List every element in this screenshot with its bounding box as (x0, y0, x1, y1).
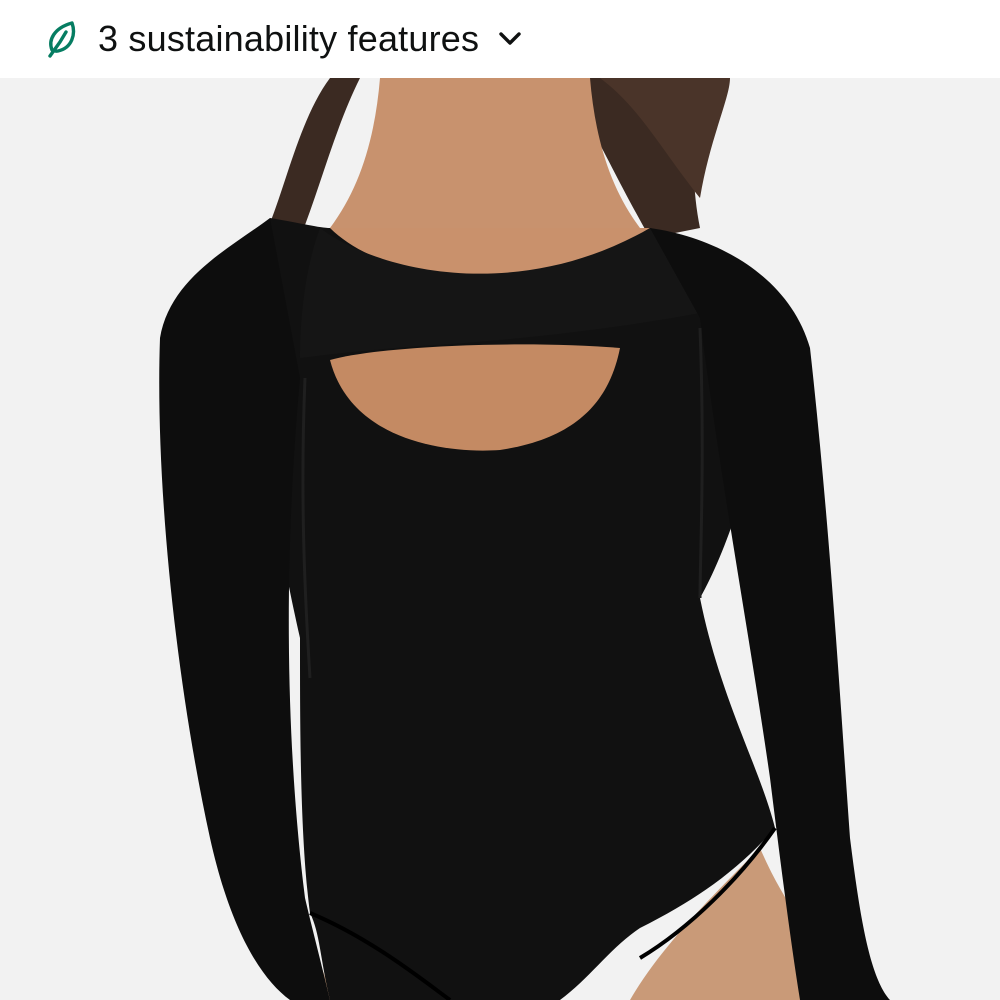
product-page: 3 sustainability features (0, 0, 1000, 1000)
sustainability-features-label: 3 sustainability features (98, 18, 480, 59)
product-image[interactable] (0, 78, 1000, 1000)
sustainability-features-toggle[interactable]: 3 sustainability features (0, 0, 1000, 78)
chevron-down-icon[interactable] (497, 26, 523, 52)
leaf-icon (44, 19, 80, 59)
